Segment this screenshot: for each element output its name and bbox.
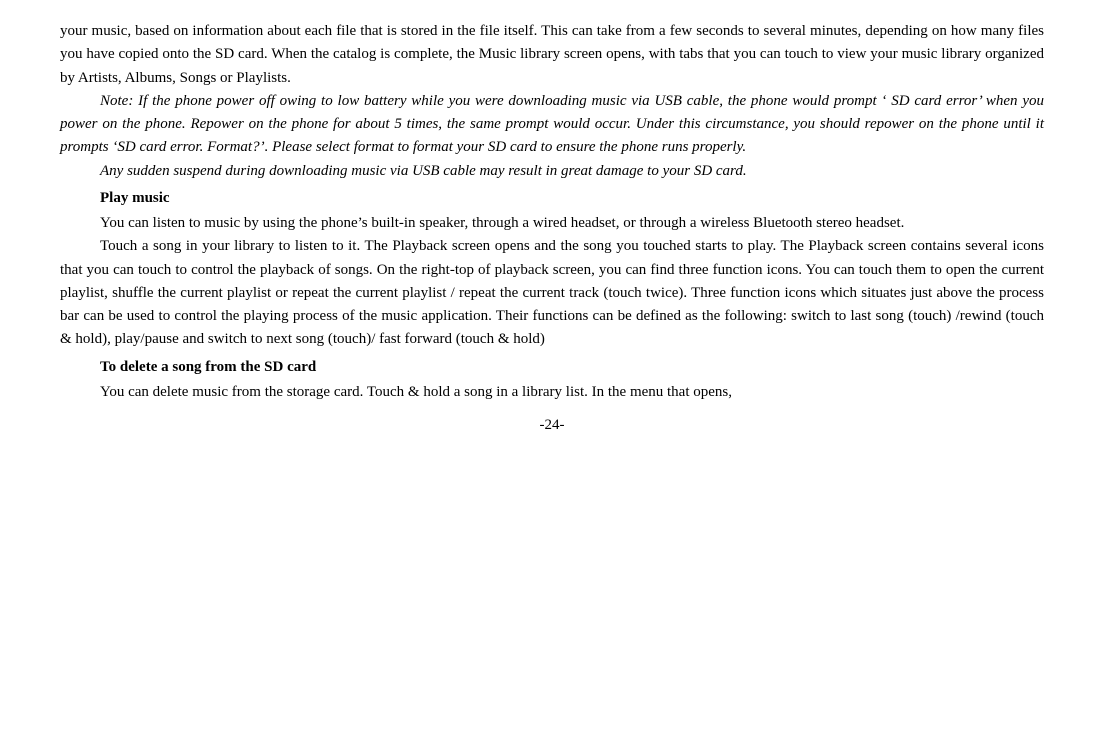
note-paragraph: Note: If the phone power off owing to lo…	[60, 90, 1044, 160]
play-music-section: Play music	[60, 187, 1044, 210]
play-music-paragraph1: You can listen to music by using the pho…	[60, 212, 1044, 235]
note-text: Note: If the phone power off owing to lo…	[60, 93, 1044, 156]
play-music-paragraph2: Touch a song in your library to listen t…	[60, 235, 1044, 351]
delete-paragraph: You can delete music from the storage ca…	[60, 381, 1044, 404]
sudden-suspend-text: Any sudden suspend during downloading mu…	[100, 163, 747, 179]
page-container: your music, based on information about e…	[0, 0, 1104, 735]
page-number: -24-	[60, 414, 1044, 437]
opening-paragraph: your music, based on information about e…	[60, 20, 1044, 90]
sudden-suspend-paragraph: Any sudden suspend during downloading mu…	[60, 160, 1044, 183]
delete-section: To delete a song from the SD card	[60, 356, 1044, 379]
delete-heading: To delete a song from the SD card	[60, 356, 1044, 379]
play-music-heading: Play music	[60, 187, 1044, 210]
